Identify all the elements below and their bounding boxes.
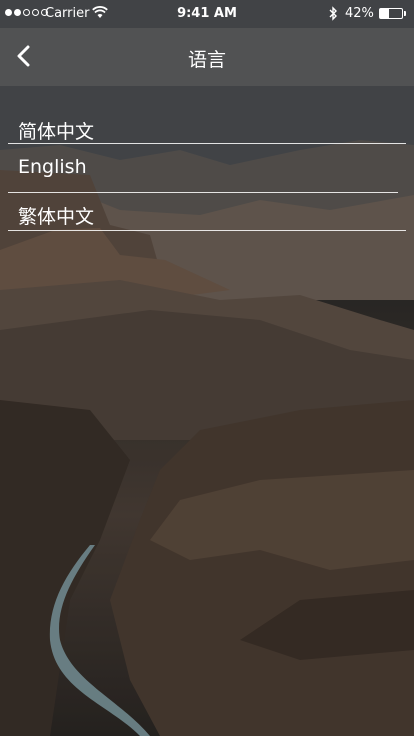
page-title: 语言 <box>187 49 226 71</box>
language-item-english[interactable]: English <box>0 148 414 188</box>
battery-icon <box>379 8 403 19</box>
language-label: 繁体中文 <box>18 206 95 228</box>
language-label: English <box>18 156 87 178</box>
divider <box>8 143 406 144</box>
divider <box>8 192 398 193</box>
battery-percent-label: 42% <box>345 6 374 21</box>
navigation-bar: 语言 <box>0 28 414 86</box>
battery-tip <box>404 11 406 16</box>
language-label: 简体中文 <box>18 121 95 143</box>
divider <box>8 230 406 231</box>
status-bar: Carrier 9:41 AM 42% <box>0 0 414 28</box>
bluetooth-icon <box>328 6 338 25</box>
language-item-traditional-chinese[interactable]: 繁体中文 <box>0 194 414 234</box>
battery-level-fill <box>380 9 390 18</box>
